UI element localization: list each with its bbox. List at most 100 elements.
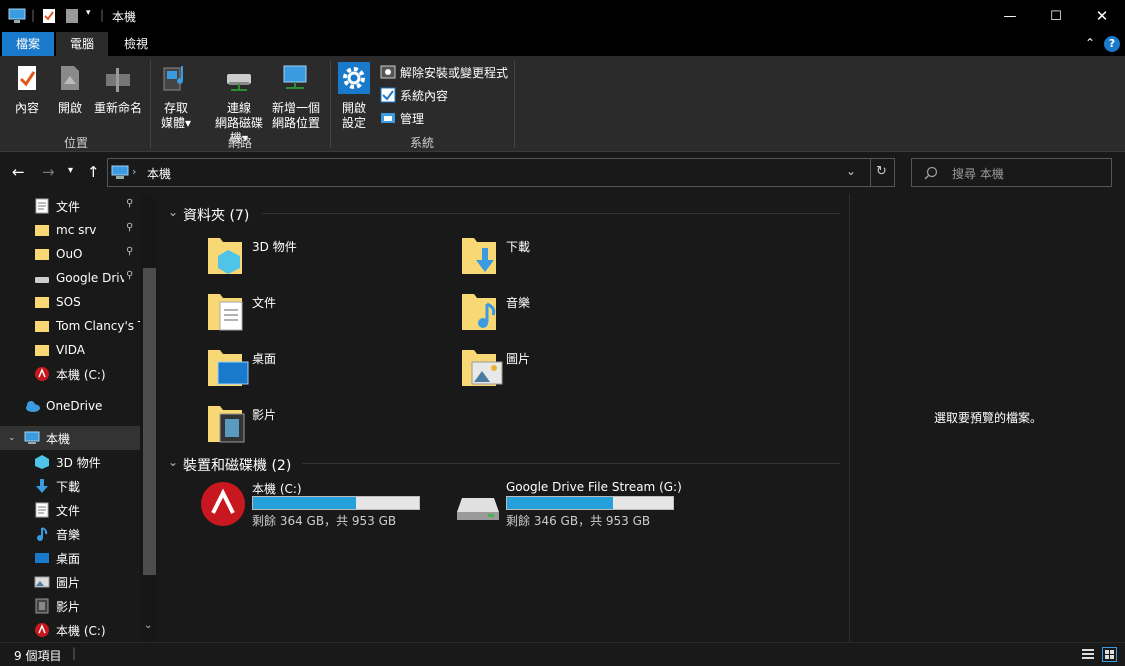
divider: | [31,8,36,22]
chevron-down-icon[interactable]: ⌄ [168,205,178,219]
maximize-button[interactable]: ☐ [1033,0,1079,32]
nav-item-label: 本機 [46,431,71,446]
folder-tile-pictures[interactable]: 圖片 [460,344,700,396]
back-arrow-icon[interactable]: ← [12,163,25,181]
forward-arrow-icon[interactable]: → [42,163,55,181]
amd-drive-icon [35,367,49,381]
nav-item-mc-srv[interactable]: mc srv ⚲ [0,218,140,242]
drive-tile-c[interactable]: 本機 (C:) 剩餘 364 GB，共 953 GB [200,480,440,532]
tab-computer[interactable]: 電腦 [56,32,108,56]
tab-view[interactable]: 檢視 [114,32,158,56]
pin-icon[interactable]: ⚲ [126,246,133,257]
system-properties-button[interactable]: 系統內容 [380,85,448,105]
folder-tile-documents[interactable]: 文件 [206,288,446,340]
pictures-folder-icon [462,350,503,386]
folder-tile-desktop[interactable]: 桌面 [206,344,446,396]
rename-button[interactable]: 重新命名 [92,62,144,116]
folder-tile-videos[interactable]: 影片 [206,400,446,452]
nav-item-3d-objects[interactable]: 3D 物件 [0,450,140,474]
new-folder-quick-icon[interactable] [65,8,79,24]
properties-quick-icon[interactable] [42,8,56,24]
folder-tile-3d-objects[interactable]: 3D 物件 [206,232,446,284]
details-view-icon[interactable] [1081,648,1095,661]
uninstall-icon [380,65,396,79]
pin-icon[interactable]: ⚲ [126,270,133,281]
chevron-down-icon[interactable]: ⌄ [168,455,178,469]
manage-button[interactable]: 管理 [380,108,424,128]
access-media-label-1: 存取 [163,101,188,115]
folder-label: 圖片 [506,352,531,366]
settings-label-2: 設定 [341,116,366,130]
drive-icon [35,277,49,283]
access-media-button[interactable]: 存取 媒體▾ [156,62,196,131]
help-icon[interactable]: ? [1104,36,1120,52]
nav-item-this-pc[interactable]: ⌄ 本機 [0,426,140,450]
download-icon [36,479,48,493]
search-box[interactable]: 搜尋 本機 [911,158,1112,187]
folder-icon [35,297,49,308]
pin-icon[interactable]: ⚲ [126,198,133,209]
properties-button[interactable]: 內容 [8,62,46,116]
folders-header[interactable]: 資料夾 (7) [183,205,249,225]
breadcrumb-current[interactable]: 本機 [147,165,171,182]
cube-folder-icon [208,238,242,274]
nav-scrollbar-thumb[interactable] [143,268,156,575]
add-network-location-button[interactable]: 新增一個 網路位置 [270,62,322,131]
media-icon [163,66,183,91]
nav-item-local-disk-c[interactable]: 本機 (C:) [0,362,140,386]
nav-item-vida[interactable]: VIDA [0,338,140,362]
minimize-button[interactable]: — [987,0,1033,32]
nav-item-tom-clancy[interactable]: Tom Clancy's Tl [0,314,140,338]
properties-icon [18,66,36,90]
close-button[interactable]: ✕ [1079,0,1125,32]
scroll-down-icon[interactable]: ⌄ [144,620,152,631]
nav-item-documents-pc[interactable]: 文件 [0,498,140,522]
drive-usage-fill [507,497,613,509]
nav-item-documents[interactable]: 文件 ⚲ [0,194,140,218]
navigation-pane: 文件 ⚲ mc srv ⚲ OuO ⚲ Google Drive ⚲ SOS T… [0,194,158,642]
large-icons-view-icon[interactable] [1102,647,1117,662]
nav-item-music[interactable]: 音樂 [0,522,140,546]
nav-item-label: 音樂 [56,527,81,542]
nav-item-desktop[interactable]: 桌面 [0,546,140,570]
nav-item-local-disk-c-pc[interactable]: 本機 (C:) [0,618,140,642]
collapse-ribbon-icon[interactable]: ⌃ [1085,36,1095,50]
drive-usage-bar [252,496,420,510]
manage-icon [381,113,395,123]
add-location-label-2: 網路位置 [271,116,320,130]
nav-item-videos[interactable]: 影片 [0,594,140,618]
refresh-icon[interactable]: ↻ [876,164,887,179]
folder-tile-downloads[interactable]: 下載 [460,232,700,284]
nav-item-sos[interactable]: SOS [0,290,140,314]
amd-drive-icon [35,623,49,637]
properties-label: 內容 [14,101,39,115]
nav-item-pictures[interactable]: 圖片 [0,570,140,594]
folder-label: 音樂 [506,296,531,310]
access-media-label-2: 媒體▾ [160,116,192,130]
customize-quick-access-icon[interactable]: ▾ [86,8,91,18]
drives-header[interactable]: 裝置和磁碟機 (2) [183,455,291,475]
nav-item-label: Google Drive [56,271,124,285]
drive-tile-g[interactable]: Google Drive File Stream (G:) 剩餘 346 GB，… [454,480,694,532]
nav-item-google-drive[interactable]: Google Drive [0,266,124,290]
folder-tile-music[interactable]: 音樂 [460,288,700,340]
pin-icon[interactable]: ⚲ [126,222,133,233]
document-folder-icon [208,294,243,331]
open-button[interactable]: 開啟 [52,62,88,116]
computer-icon [8,8,26,23]
address-bar[interactable]: › 本機 ⌄ ↻ [107,158,895,187]
up-arrow-icon[interactable]: ↑ [87,163,100,181]
nav-item-ouo[interactable]: OuO ⚲ [0,242,140,266]
chevron-down-icon[interactable]: ⌄ [8,433,24,443]
open-settings-button[interactable]: 開啟 設定 [336,62,372,131]
nav-item-onedrive[interactable]: OneDrive [0,394,140,418]
hard-drive-icon [457,498,499,520]
tab-file[interactable]: 檔案 [2,32,54,56]
nav-item-label: 文件 [56,199,81,214]
settings-label-1: 開啟 [341,101,366,115]
recent-locations-icon[interactable]: ▾ [68,165,73,176]
breadcrumb-chevron-icon[interactable]: › [132,165,136,178]
uninstall-button[interactable]: 解除安裝或變更程式 [380,62,508,82]
address-history-icon[interactable]: ⌄ [846,164,856,178]
nav-item-downloads[interactable]: 下載 [0,474,140,498]
